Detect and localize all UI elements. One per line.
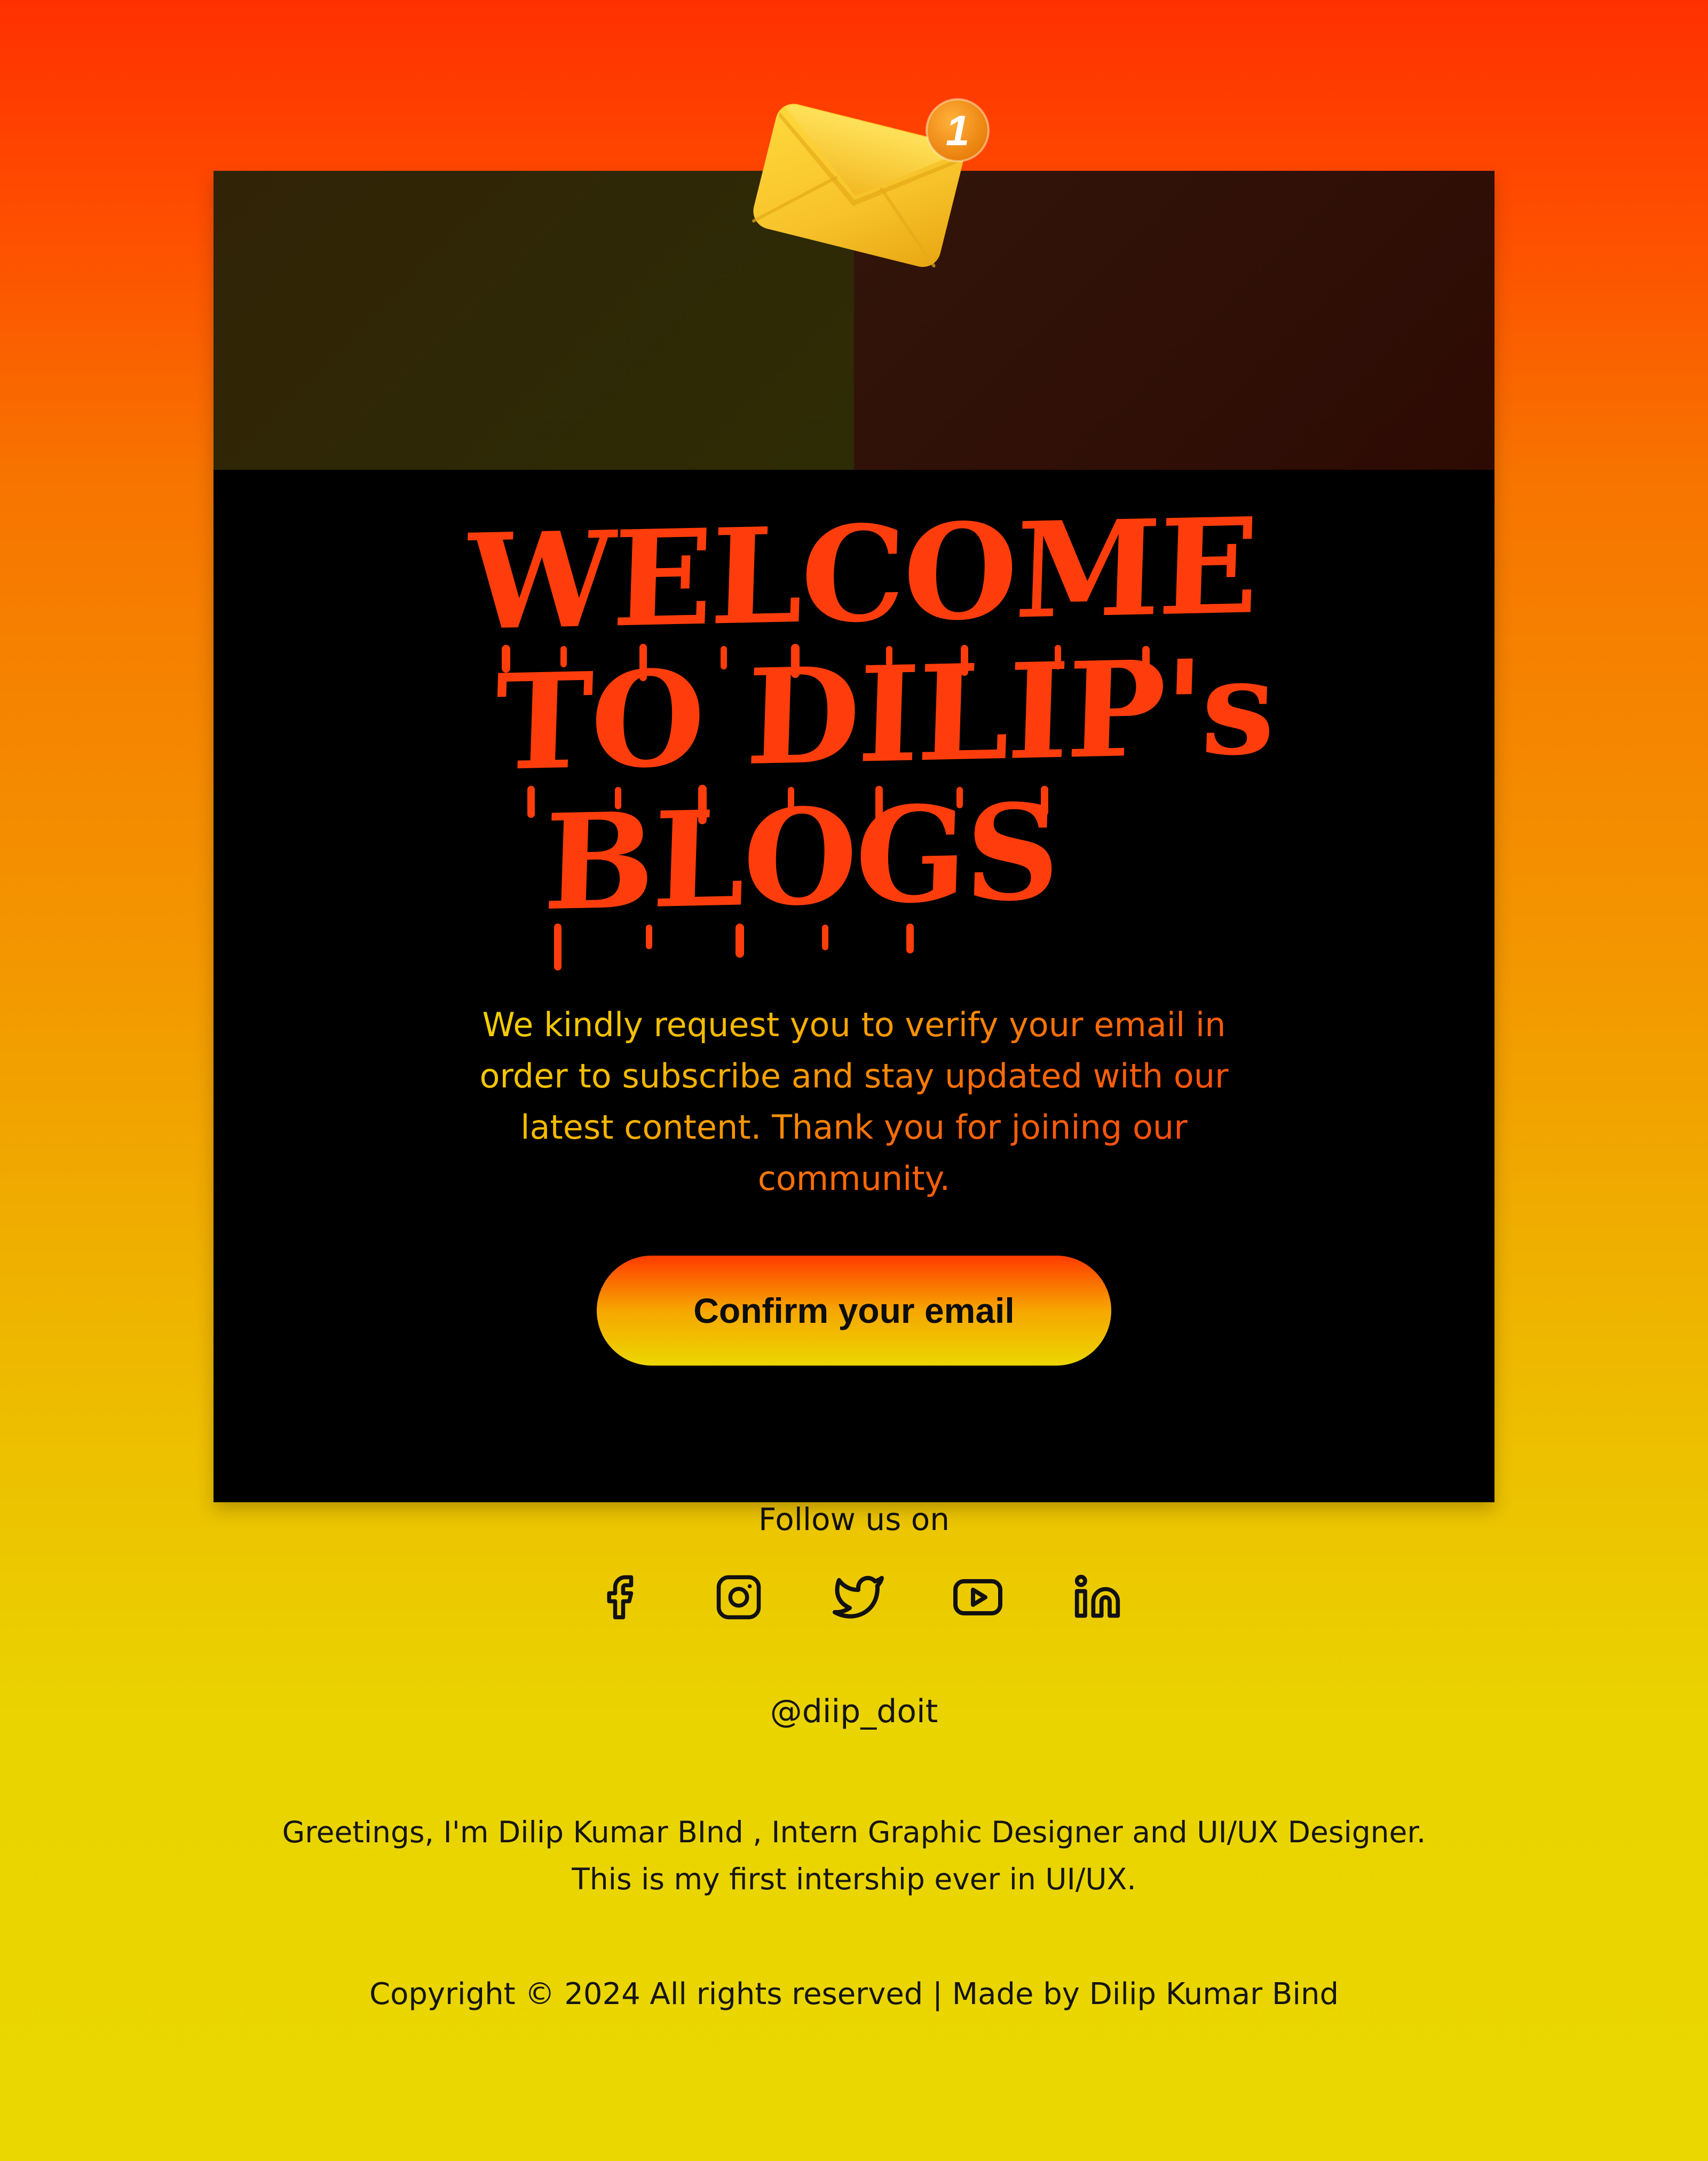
youtube-icon (953, 1579, 1002, 1615)
author-bio: Greetings, I'm Dilip Kumar BInd , Intern… (213, 1809, 1494, 1903)
twitter-icon (833, 1576, 884, 1619)
linkedin-icon (1074, 1574, 1120, 1618)
title-line-blogs: BLOGS (541, 775, 1061, 941)
confirm-email-button[interactable]: Confirm your email (597, 1256, 1111, 1366)
verification-message: We kindly request you to verify your ema… (470, 999, 1238, 1204)
social-links (587, 1565, 1121, 1629)
mail-notification-icon: 1 (752, 98, 990, 268)
bio-line: This is my first intership ever in UI/UX… (572, 1862, 1136, 1896)
title-line-welcome: WELCOME (465, 489, 1259, 660)
instagram-icon (716, 1575, 761, 1620)
copyright-notice: Copyright © 2024 All rights reserved | M… (369, 1977, 1339, 2012)
welcome-title: WELCOME TO DILIP's BLOGS (456, 489, 1276, 941)
facebook-icon (607, 1575, 634, 1620)
bio-line: Greetings, I'm Dilip Kumar BInd , Intern… (282, 1815, 1426, 1849)
facebook-link[interactable] (587, 1565, 651, 1629)
title-line-to-dilips: TO DILIP's (493, 629, 1276, 801)
notification-badge-count: 1 (946, 107, 970, 154)
instagram-link[interactable] (707, 1565, 771, 1629)
social-handle: @diip_doit (770, 1693, 938, 1730)
follow-us-label: Follow us on (758, 1501, 950, 1537)
youtube-link[interactable] (946, 1565, 1010, 1629)
twitter-link[interactable] (826, 1565, 890, 1629)
linkedin-link[interactable] (1065, 1565, 1129, 1629)
